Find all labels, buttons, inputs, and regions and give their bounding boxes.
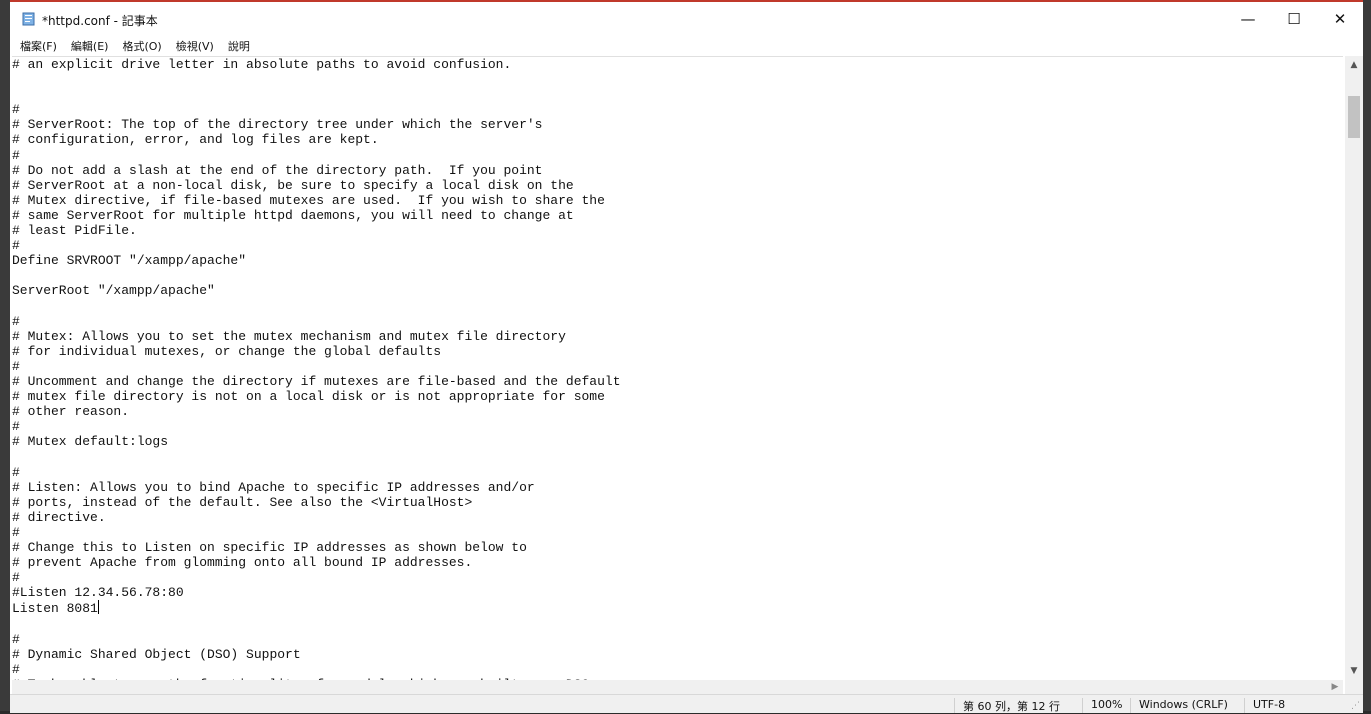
editor-line[interactable]: Define SRVROOT "/xampp/apache" (12, 253, 246, 268)
desktop-background-right (1363, 0, 1371, 711)
horizontal-scrollbar[interactable]: ▶ (12, 680, 1343, 694)
close-button[interactable]: ✕ (1317, 2, 1363, 36)
minimize-button[interactable]: — (1225, 2, 1271, 36)
editor-line[interactable]: # (12, 570, 20, 585)
editor-content[interactable]: # an explicit drive letter in absolute p… (12, 57, 1343, 681)
editor-line[interactable]: # (12, 148, 20, 163)
editor-line[interactable]: # (12, 102, 20, 117)
notepad-icon (22, 12, 35, 26)
editor-line[interactable]: # ServerRoot: The top of the directory t… (12, 117, 543, 132)
editor-line[interactable]: # same ServerRoot for multiple httpd dae… (12, 208, 574, 223)
editor-line[interactable]: # ports, instead of the default. See als… (12, 495, 472, 510)
vertical-scrollbar[interactable]: ▲ ▼ (1345, 56, 1363, 680)
editor-line[interactable]: # (12, 662, 20, 677)
editor-line[interactable]: # least PidFile. (12, 223, 137, 238)
desktop-background-left (0, 0, 10, 711)
editor-line[interactable]: # (12, 314, 20, 329)
editor-line[interactable]: # (12, 465, 20, 480)
menu-file[interactable]: 檔案(F) (20, 38, 57, 54)
menu-help[interactable]: 說明 (228, 38, 250, 54)
menu-view[interactable]: 檢視(V) (176, 38, 214, 54)
scroll-corner (1345, 680, 1363, 694)
resize-grip-icon[interactable]: ⋰ (1351, 701, 1361, 711)
editor-line[interactable]: # (12, 419, 20, 434)
menu-format[interactable]: 格式(O) (122, 38, 161, 54)
editor-line[interactable]: # ServerRoot at a non-local disk, be sur… (12, 178, 574, 193)
scroll-right-icon[interactable]: ▶ (1327, 680, 1343, 694)
editor-line[interactable]: # Change this to Listen on specific IP a… (12, 540, 527, 555)
minimize-icon: — (1240, 10, 1256, 28)
text-cursor (97, 600, 99, 615)
editor-line[interactable]: # prevent Apache from glomming onto all … (12, 555, 472, 570)
scroll-down-icon[interactable]: ▼ (1345, 662, 1363, 680)
editor-line[interactable]: # (12, 525, 20, 540)
editor-line[interactable]: # configuration, error, and log files ar… (12, 132, 379, 147)
editor-line[interactable]: # directive. (12, 510, 106, 525)
editor-line[interactable]: # (12, 632, 20, 647)
editor-line[interactable]: # other reason. (12, 404, 129, 419)
maximize-icon: ☐ (1287, 10, 1301, 28)
editor-line[interactable]: # for individual mutexes, or change the … (12, 344, 441, 359)
editor-line[interactable]: # (12, 238, 20, 253)
status-bar: 第 60 列，第 12 行 100% Windows (CRLF) UTF-8 … (10, 694, 1363, 713)
editor-line[interactable]: # Dynamic Shared Object (DSO) Support (12, 647, 301, 662)
maximize-button[interactable]: ☐ (1271, 2, 1317, 36)
editor-line[interactable]: Listen 8081 (12, 601, 98, 616)
editor-line[interactable]: ServerRoot "/xampp/apache" (12, 283, 215, 298)
editor-line[interactable]: # Do not add a slash at the end of the d… (12, 163, 543, 178)
editor-line[interactable]: #Listen 12.34.56.78:80 (12, 585, 184, 600)
title-bar[interactable]: *httpd.conf - 記事本 — ☐ ✕ (10, 2, 1363, 36)
window-title: *httpd.conf - 記事本 (42, 14, 158, 28)
editor-line[interactable]: # Mutex directive, if file-based mutexes… (12, 193, 605, 208)
scroll-up-icon[interactable]: ▲ (1345, 56, 1363, 74)
editor-line[interactable]: # Uncomment and change the directory if … (12, 374, 621, 389)
editor-line[interactable]: # an explicit drive letter in absolute p… (12, 57, 511, 72)
editor-line[interactable]: # mutex file directory is not on a local… (12, 389, 605, 404)
notepad-window: *httpd.conf - 記事本 — ☐ ✕ 檔案(F) 編輯(E) 格式(O… (10, 0, 1363, 713)
text-editor[interactable]: # an explicit drive letter in absolute p… (12, 56, 1343, 681)
editor-line[interactable]: # Mutex default:logs (12, 434, 168, 449)
close-icon: ✕ (1333, 10, 1347, 28)
editor-line[interactable]: # Listen: Allows you to bind Apache to s… (12, 480, 535, 495)
menu-bar: 檔案(F) 編輯(E) 格式(O) 檢視(V) 說明 (10, 36, 1363, 56)
editor-line[interactable]: # (12, 359, 20, 374)
vertical-scroll-thumb[interactable] (1348, 96, 1360, 138)
menu-edit[interactable]: 編輯(E) (71, 38, 109, 54)
editor-line[interactable]: # Mutex: Allows you to set the mutex mec… (12, 329, 566, 344)
